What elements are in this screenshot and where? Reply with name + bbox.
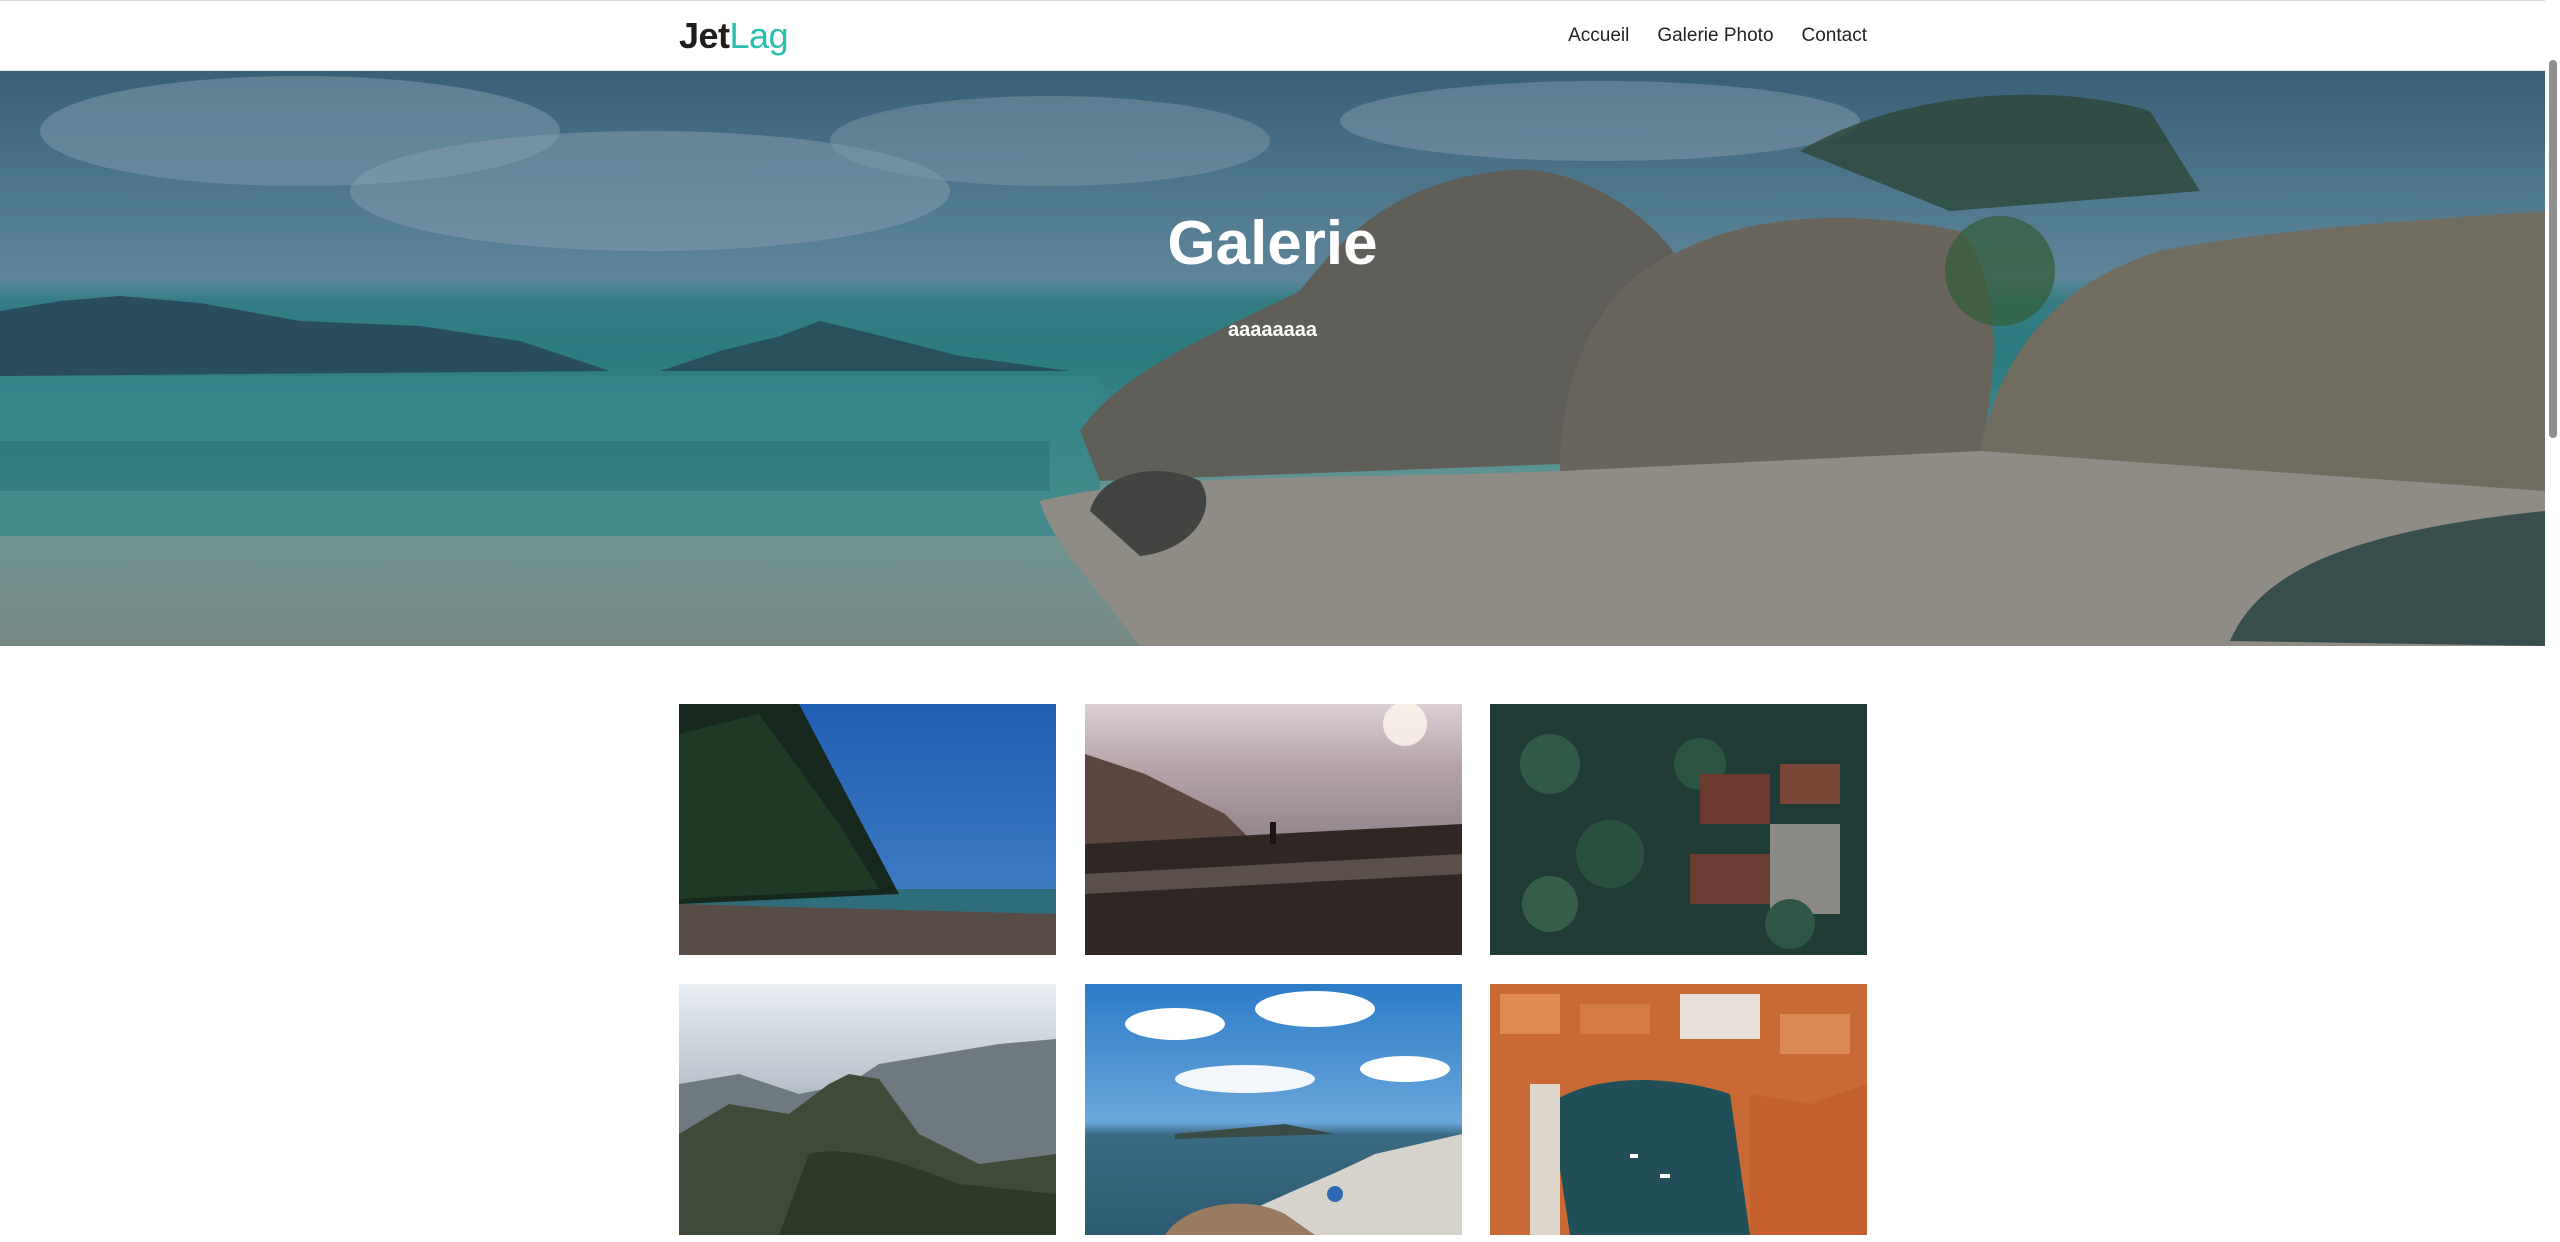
coastal-village-photo <box>1084 984 1462 1235</box>
hero-banner: Galerie aaaaaaaa <box>0 71 2545 646</box>
palm-beach-photo <box>679 704 1056 955</box>
nav-link-galerie-photo[interactable]: Galerie Photo <box>1657 24 1773 48</box>
logo-text-lag: Lag <box>729 15 789 56</box>
nav-link-accueil[interactable]: Accueil <box>1568 24 1629 48</box>
gallery-photo[interactable] <box>1490 704 1867 955</box>
gallery-photo[interactable] <box>1490 984 1867 1235</box>
cliff-viewpoint-photo <box>1084 704 1462 955</box>
top-navbar: JetLag Accueil Galerie Photo Contact <box>0 0 2545 71</box>
hero-title: Galerie <box>1167 209 1378 278</box>
photo-gallery <box>679 704 1867 1235</box>
main-nav: Accueil Galerie Photo Contact <box>1568 24 1867 48</box>
hero-subtitle: aaaaaaaa <box>1228 319 1317 341</box>
gallery-photo[interactable] <box>679 984 1056 1235</box>
page-scrollbar[interactable] <box>2545 0 2560 1242</box>
aerial-palm-village-photo <box>1490 704 1867 955</box>
gallery-photo[interactable] <box>679 704 1056 955</box>
logo-text-jet: Jet <box>679 15 730 56</box>
hero-beach-image <box>0 71 2545 646</box>
mountain-valley-photo <box>679 984 1056 1235</box>
aerial-harbor-city-photo <box>1490 984 1867 1235</box>
site-logo[interactable]: JetLag <box>679 15 789 57</box>
scrollbar-thumb[interactable] <box>2549 60 2557 438</box>
gallery-photo[interactable] <box>1084 984 1462 1235</box>
gallery-photo[interactable] <box>1084 704 1462 955</box>
nav-link-contact[interactable]: Contact <box>1802 24 1867 48</box>
